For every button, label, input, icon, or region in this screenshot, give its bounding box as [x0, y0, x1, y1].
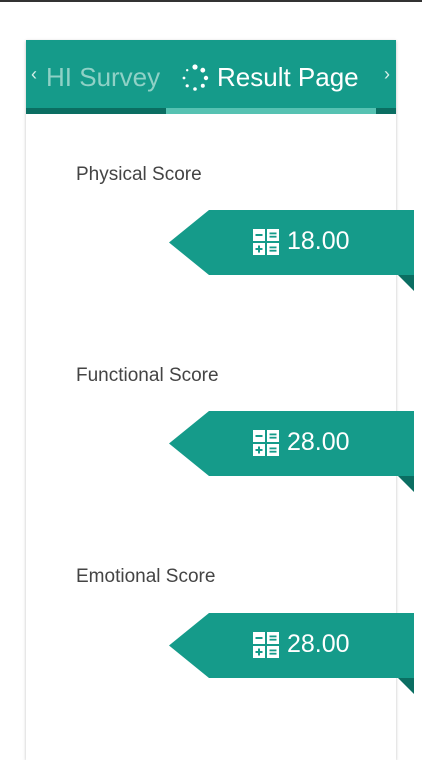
- tab-result-page[interactable]: Result Page: [181, 62, 359, 93]
- tab-bar: ‹ HI Survey Result Page ›: [26, 40, 396, 114]
- score-arrow-fold: [398, 476, 414, 492]
- chevron-left-icon[interactable]: ‹: [31, 64, 37, 85]
- emotional-score-label: Emotional Score: [76, 566, 216, 587]
- functional-score-value: 28.00: [287, 428, 350, 456]
- calculator-icon: [253, 429, 279, 456]
- emotional-score-badge: 28.00: [169, 613, 414, 694]
- calculator-icon: [253, 228, 279, 255]
- status-divider: [0, 0, 422, 2]
- emotional-score-value: 28.00: [287, 630, 350, 658]
- score-arrow-fold: [398, 275, 414, 291]
- spinner-icon: [182, 63, 209, 91]
- physical-score-badge: 18.00: [169, 210, 414, 291]
- score-arrow-fold: [398, 678, 414, 694]
- chevron-right-icon[interactable]: ›: [384, 64, 390, 85]
- calculator-icon: [253, 631, 279, 658]
- tab-hi-survey[interactable]: HI Survey: [46, 62, 160, 93]
- tab-indicator: [166, 108, 376, 114]
- physical-score-label: Physical Score: [76, 164, 202, 185]
- functional-score-badge: 28.00: [169, 411, 414, 492]
- tab-result-page-label: Result Page: [217, 62, 359, 92]
- physical-score-value: 18.00: [287, 227, 350, 255]
- functional-score-label: Functional Score: [76, 365, 219, 386]
- result-card: ‹ HI Survey Result Page › Physical Score: [26, 40, 414, 760]
